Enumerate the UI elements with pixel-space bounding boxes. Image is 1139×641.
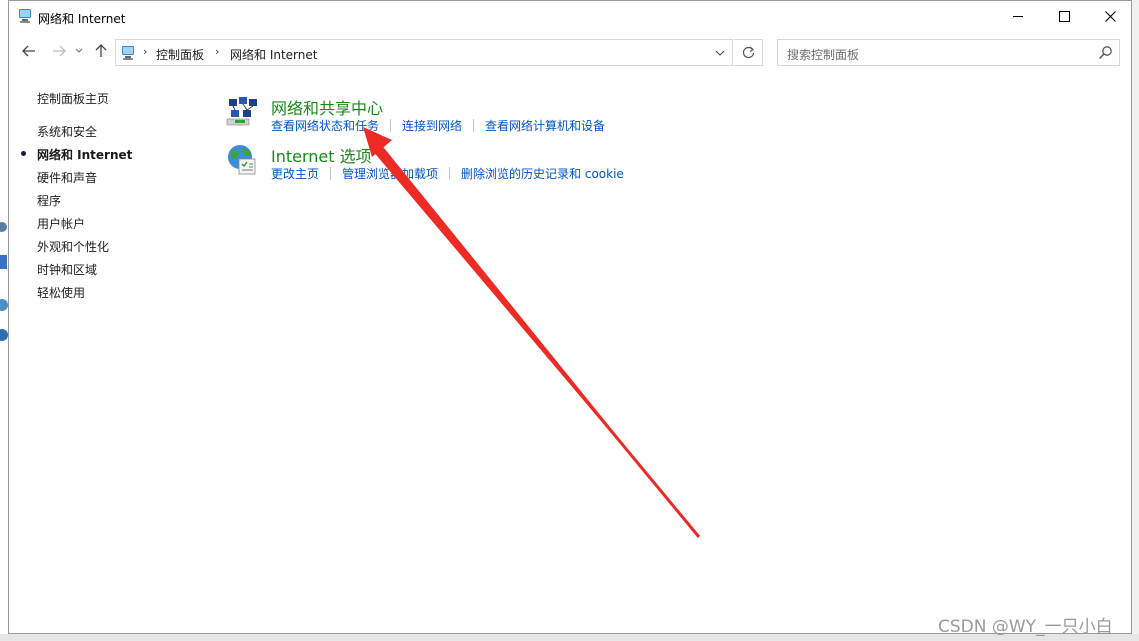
category-links: 更改主页 管理浏览器加载项 删除浏览的历史记录和 cookie <box>271 165 624 182</box>
category-title[interactable]: 网络和共享中心 <box>271 95 383 119</box>
link-view-network-computers[interactable]: 查看网络计算机和设备 <box>485 117 605 134</box>
close-button[interactable] <box>1087 1 1133 32</box>
address-history-dropdown[interactable] <box>712 45 728 61</box>
search-input[interactable]: 搜索控制面板 <box>777 39 1120 66</box>
breadcrumb-separator[interactable]: › <box>215 45 219 58</box>
network-window-icon <box>19 9 31 23</box>
link-connect-to-network[interactable]: 连接到网络 <box>402 117 462 134</box>
minimize-icon <box>1013 16 1023 17</box>
background-strip-right <box>1132 0 1139 641</box>
link-view-network-status[interactable]: 查看网络状态和任务 <box>271 117 379 134</box>
link-divider <box>449 167 451 180</box>
current-item-bullet <box>21 151 26 156</box>
close-icon <box>1104 11 1116 22</box>
link-change-home-page[interactable]: 更改主页 <box>271 165 319 182</box>
category-title[interactable]: Internet 选项 <box>271 143 372 167</box>
maximize-button[interactable] <box>1041 1 1087 32</box>
recent-locations-button[interactable] <box>72 41 86 61</box>
breadcrumb-network-internet[interactable]: 网络和 Internet <box>230 46 317 63</box>
breadcrumb-control-panel[interactable]: 控制面板 <box>156 46 204 63</box>
back-button[interactable] <box>19 41 39 61</box>
category-links: 查看网络状态和任务 连接到网络 查看网络计算机和设备 <box>271 117 605 134</box>
arrow-left-icon <box>22 45 35 57</box>
sidebar-item-ease-of-access[interactable]: 轻松使用 <box>37 284 85 301</box>
control-panel-window: 网络和 Internet › 控制面板 › 网络和 Internet 搜索控制面… <box>8 0 1132 634</box>
chevron-down-icon <box>715 50 725 56</box>
maximize-icon <box>1058 11 1070 22</box>
refresh-icon <box>742 46 754 59</box>
minimize-button[interactable] <box>995 1 1041 32</box>
link-divider <box>390 119 392 132</box>
sidebar-item-hardware-sound[interactable]: 硬件和声音 <box>37 169 97 186</box>
sidebar-item-user-accounts[interactable]: 用户帐户 <box>37 215 85 232</box>
title-bar: 网络和 Internet <box>9 1 1131 33</box>
breadcrumb-separator[interactable]: › <box>143 45 147 58</box>
watermark: CSDN @WY_一只小白 <box>938 617 1113 637</box>
address-bar[interactable]: › 控制面板 › 网络和 Internet <box>115 39 733 66</box>
sidebar-home-link[interactable]: 控制面板主页 <box>37 90 109 107</box>
navigation-bar: › 控制面板 › 网络和 Internet 搜索控制面板 <box>9 35 1131 69</box>
arrow-right-icon <box>53 45 66 57</box>
sidebar-item-appearance[interactable]: 外观和个性化 <box>37 238 109 255</box>
control-panel-icon <box>122 46 134 60</box>
sidebar-item-clock-region[interactable]: 时钟和区域 <box>37 261 97 278</box>
sidebar-item-network-internet[interactable]: 网络和 Internet <box>37 146 132 163</box>
background-desktop-icons <box>0 222 8 341</box>
link-delete-browsing-history[interactable]: 删除浏览的历史记录和 cookie <box>461 165 624 182</box>
link-divider <box>330 167 332 180</box>
window-title: 网络和 Internet <box>38 12 126 26</box>
network-sharing-center-icon[interactable] <box>225 95 259 129</box>
internet-options-icon[interactable] <box>225 143 259 177</box>
forward-button[interactable] <box>49 41 69 61</box>
up-button[interactable] <box>91 41 111 61</box>
link-divider <box>473 119 475 132</box>
search-icon[interactable] <box>1098 45 1113 60</box>
arrow-up-icon <box>95 44 107 57</box>
search-placeholder: 搜索控制面板 <box>787 48 860 62</box>
link-manage-addons[interactable]: 管理浏览器加载项 <box>342 165 438 182</box>
refresh-button[interactable] <box>734 39 763 66</box>
chevron-down-icon <box>75 48 83 53</box>
sidebar-item-programs[interactable]: 程序 <box>37 192 61 209</box>
sidebar-item-system-security[interactable]: 系统和安全 <box>37 123 97 140</box>
